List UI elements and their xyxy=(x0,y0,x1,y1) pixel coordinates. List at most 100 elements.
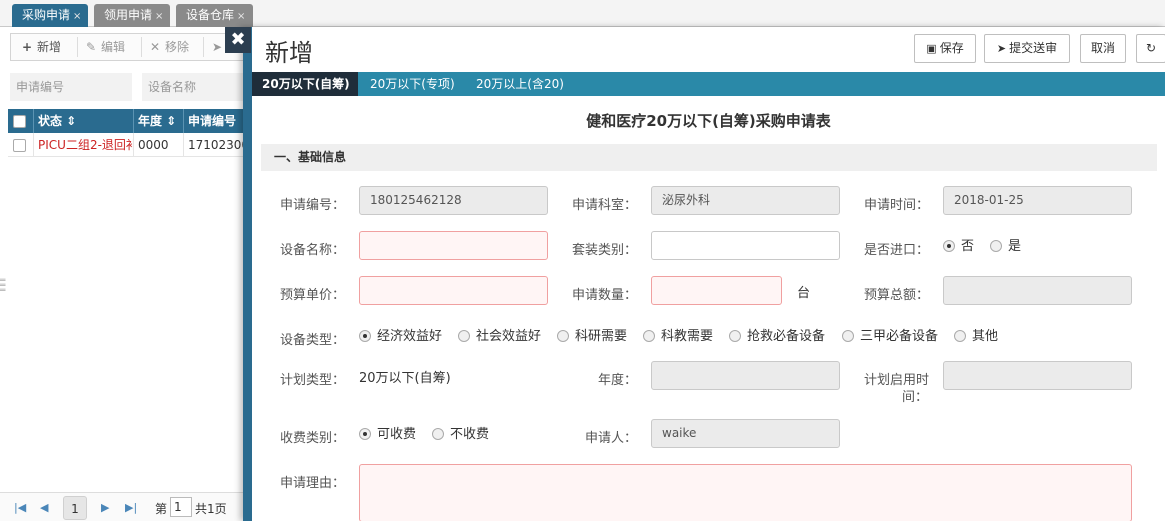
apply-date-field[interactable]: 2018-01-25 xyxy=(943,186,1132,215)
edit-button[interactable]: ✎ 编辑 xyxy=(85,34,125,60)
add-button[interactable]: + 新增 xyxy=(21,34,61,60)
dept-label: 申请科室： xyxy=(572,198,638,213)
radio-dot[interactable] xyxy=(432,428,444,440)
fee-no-radio[interactable]: 不收费 xyxy=(432,427,489,443)
apply-number-filter[interactable]: 申请编号 xyxy=(10,73,132,101)
column-status[interactable]: 状态 ⇕ xyxy=(34,109,134,133)
device-name-label: 设备名称： xyxy=(280,243,346,258)
page-number-input[interactable]: 1 xyxy=(170,497,192,517)
radio-dot[interactable] xyxy=(557,330,569,342)
tab-equipment-warehouse[interactable]: 设备仓库 × xyxy=(176,4,253,27)
set-type-field[interactable] xyxy=(651,231,840,260)
set-type-label: 套装类别： xyxy=(572,243,638,258)
device-type-radio[interactable]: 经济效益好 xyxy=(359,329,442,345)
table-row[interactable]: PICU二组2-退回补 0000 17102300 xyxy=(8,133,248,157)
year-field[interactable] xyxy=(651,361,840,390)
radio-label: 不收费 xyxy=(450,427,490,442)
save-button[interactable]: ▣ 保存 xyxy=(914,34,976,63)
radio-label: 抢救必备设备 xyxy=(747,329,826,344)
toolbar-divider xyxy=(77,37,78,57)
current-page-button[interactable]: 1 xyxy=(63,496,87,520)
quantity-field[interactable] xyxy=(651,276,782,305)
device-name-filter[interactable]: 设备名称 xyxy=(142,73,248,101)
subtab-over-200k[interactable]: 20万以上(含20) xyxy=(466,72,574,96)
row-year: 0000 xyxy=(134,133,184,157)
radio-dot[interactable] xyxy=(458,330,470,342)
device-type-radio[interactable]: 其他 xyxy=(954,329,998,345)
radio-dot[interactable] xyxy=(729,330,741,342)
device-type-radio[interactable]: 三甲必备设备 xyxy=(842,329,938,345)
submit-button-label: 提交送审 xyxy=(1009,41,1058,55)
submit-review-button[interactable]: ➤ 提交送审 xyxy=(984,34,1070,63)
form-title: 健和医疗20万以下(自筹)采购申请表 xyxy=(586,112,831,130)
radio-dot[interactable] xyxy=(842,330,854,342)
tab-purchase-request[interactable]: 采购申请 × xyxy=(12,4,88,27)
plan-start-field[interactable] xyxy=(943,361,1132,390)
cancel-button[interactable]: 取消 xyxy=(1080,34,1126,63)
list-panel: + 新增 ✎ 编辑 ✕ 移除 ➤ 申请编号 设备名称 状态 ⇕ 年度 ⇕ 申请编号 P… xyxy=(0,27,248,521)
close-icon[interactable]: × xyxy=(237,11,245,22)
device-name-field[interactable] xyxy=(359,231,548,260)
add-dialog: 新增 ▣ 保存 ➤ 提交送审 取消 ↻ 20万以下(自筹) 20万以下(专项) 20… xyxy=(243,27,1165,521)
column-label: 状态 xyxy=(38,114,63,128)
radio-dot[interactable] xyxy=(359,330,371,342)
first-page-icon[interactable]: |◀ xyxy=(14,499,26,517)
device-type-radio[interactable]: 科研需要 xyxy=(557,329,627,345)
applicant-field[interactable]: waike xyxy=(651,419,840,448)
radio-dot[interactable] xyxy=(954,330,966,342)
radio-dot[interactable] xyxy=(643,330,655,342)
close-icon[interactable]: × xyxy=(155,11,163,22)
total-budget-field[interactable] xyxy=(943,276,1132,305)
tab-label: 设备仓库 xyxy=(186,8,235,22)
close-icon[interactable]: × xyxy=(73,11,81,22)
import-no-radio[interactable]: 否 xyxy=(943,239,974,255)
subtab-special[interactable]: 20万以下(专项) xyxy=(360,72,465,96)
plan-type-label: 计划类型： xyxy=(280,373,346,388)
quantity-label: 申请数量： xyxy=(572,288,638,303)
row-checkbox[interactable] xyxy=(8,133,34,157)
last-page-icon[interactable]: ▶| xyxy=(125,499,137,517)
import-label: 是否进口： xyxy=(864,243,930,258)
column-apply-number[interactable]: 申请编号 xyxy=(184,109,248,133)
quantity-unit: 台 xyxy=(797,286,811,301)
page-total: 共1页 xyxy=(195,502,227,516)
next-page-icon[interactable]: ▶ xyxy=(101,499,109,517)
close-dialog-icon[interactable]: ✖ xyxy=(225,27,251,53)
device-type-radio[interactable]: 抢救必备设备 xyxy=(729,329,825,345)
paper-plane-icon: ➤ xyxy=(996,42,1007,55)
device-type-radio[interactable]: 科教需要 xyxy=(643,329,713,345)
apply-date-label: 申请时间： xyxy=(864,198,930,213)
radio-label: 否 xyxy=(961,239,975,254)
import-yes-radio[interactable]: 是 xyxy=(990,239,1021,255)
paper-plane-icon: ➤ xyxy=(211,40,223,54)
dept-field[interactable]: 泌尿外科 xyxy=(651,186,840,215)
select-all-checkbox[interactable] xyxy=(8,109,34,133)
column-label: 申请编号 xyxy=(188,114,237,128)
apply-number-field[interactable]: 180125462128 xyxy=(359,186,548,215)
refresh-icon: ↻ xyxy=(1145,41,1157,55)
fee-yes-radio[interactable]: 可收费 xyxy=(359,427,416,443)
remove-button[interactable]: ✕ 移除 xyxy=(149,34,189,60)
resize-grip-icon[interactable]: ═ ═ ═ xyxy=(0,277,7,297)
row-status: PICU二组2-退回补 xyxy=(34,133,134,157)
applicant-label: 申请人： xyxy=(585,431,638,446)
row-apply-number: 17102300 xyxy=(188,138,248,152)
tab-label: 领用申请 xyxy=(104,8,153,22)
device-type-radio[interactable]: 社会效益好 xyxy=(458,329,541,345)
radio-label: 科教需要 xyxy=(661,329,714,344)
unit-price-field[interactable] xyxy=(359,276,548,305)
add-button-label: 新增 xyxy=(37,40,62,54)
refresh-button[interactable]: ↻ xyxy=(1136,34,1165,63)
prev-page-icon[interactable]: ◀ xyxy=(40,499,48,517)
radio-dot[interactable] xyxy=(990,240,1002,252)
reason-textarea[interactable] xyxy=(359,464,1132,521)
checkbox[interactable] xyxy=(13,115,26,128)
subtab-self-funded[interactable]: 20万以下(自筹) xyxy=(252,72,358,96)
radio-dot[interactable] xyxy=(943,240,955,252)
device-type-label: 设备类型： xyxy=(280,333,346,348)
radio-label: 是 xyxy=(1008,239,1022,254)
tab-requisition[interactable]: 领用申请 × xyxy=(94,4,170,27)
radio-dot[interactable] xyxy=(359,428,371,440)
column-year[interactable]: 年度 ⇕ xyxy=(134,109,184,133)
checkbox[interactable] xyxy=(13,139,26,152)
